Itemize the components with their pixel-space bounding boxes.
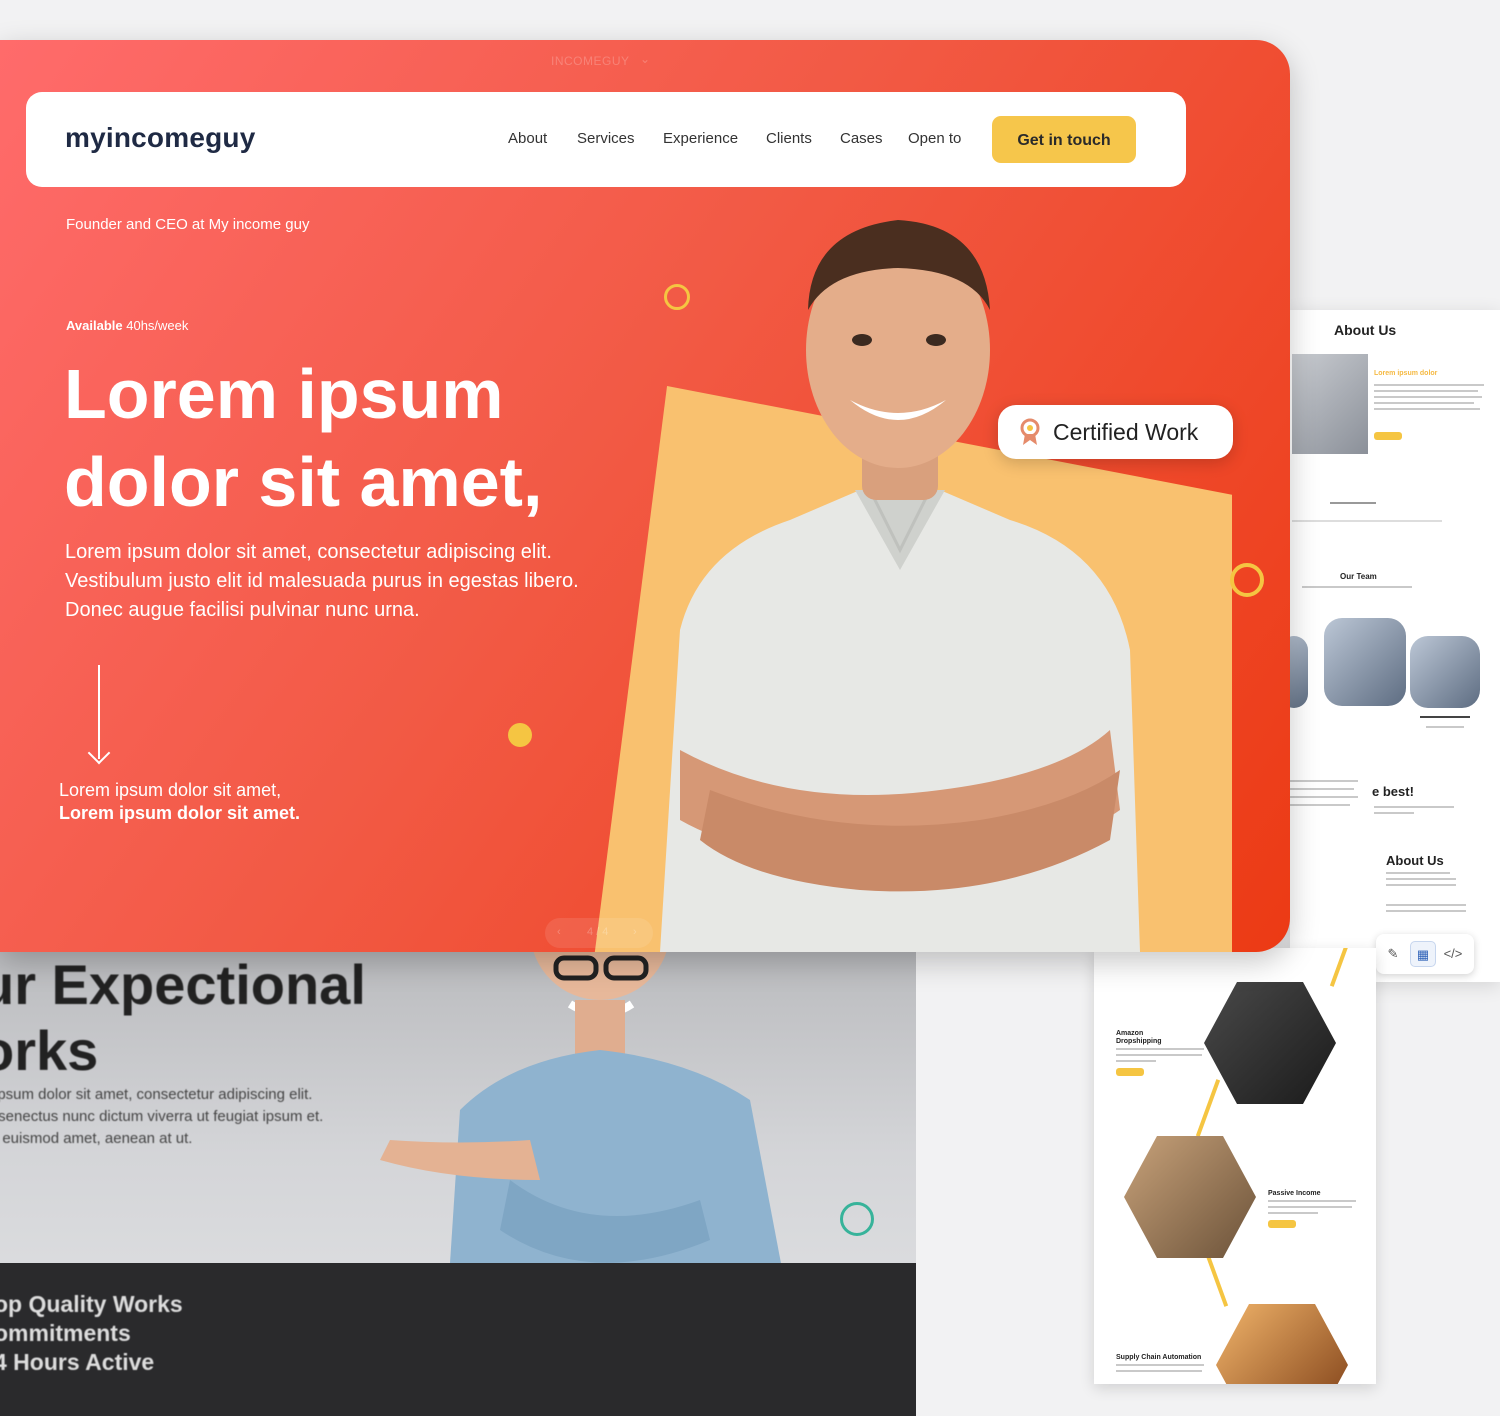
best-title: e best! [1372, 784, 1414, 799]
decorative-dot [508, 723, 532, 747]
navbar: myincomeguy About Services Experience Cl… [26, 92, 1186, 187]
nav-open-to[interactable]: Open to [908, 130, 961, 147]
editor-toolbar: ✎ ▦ </> [1376, 934, 1474, 974]
office-photo [1292, 354, 1368, 454]
background-page-preview: ur Expectional orks ipsum dolor sit amet… [0, 940, 916, 1416]
decorative-ring [840, 1202, 874, 1236]
about-subtitle: Lorem ipsum dolor [1374, 370, 1438, 377]
timeline-item-title: Supply Chain Automation [1116, 1354, 1202, 1361]
hero-person-image [660, 220, 1140, 952]
team-photo [1324, 618, 1406, 706]
background-paragraph: ipsum dolor sit amet, consectetur adipis… [0, 1086, 324, 1147]
about-title-secondary: About Us [1386, 853, 1444, 868]
arrow-down-icon-head [87, 741, 111, 765]
layout-icon[interactable]: ▦ [1410, 941, 1436, 967]
nav-experience[interactable]: Experience [663, 130, 738, 147]
decorative-ring [1230, 563, 1264, 597]
hero-footer-line: Lorem ipsum dolor sit amet, [59, 780, 282, 800]
team-photo [1410, 636, 1480, 708]
about-page-preview: About Us Lorem ipsum dolor Our Team e be… [1290, 310, 1500, 982]
code-icon[interactable]: </> [1440, 941, 1466, 967]
meeting-photo [1124, 1136, 1256, 1258]
availability: Available 40hs/week [66, 318, 189, 333]
nav-about[interactable]: About [508, 130, 547, 147]
read-more-button[interactable] [1268, 1220, 1296, 1228]
nav-services[interactable]: Services [577, 130, 635, 147]
chevron-left-icon[interactable]: ‹ [557, 926, 561, 938]
window-title: INCOMEGUY [551, 54, 630, 68]
logo[interactable]: myincomeguy [65, 122, 255, 154]
brush-icon[interactable]: ✎ [1380, 941, 1406, 967]
hero-footer-line-bold: Lorem ipsum dolor sit amet. [59, 803, 301, 823]
badge-label: Certified Work [1053, 419, 1199, 445]
certified-badge: Certified Work [998, 405, 1233, 459]
chevron-down-icon[interactable]: ⌄ [640, 52, 650, 66]
nav-cases[interactable]: Cases [840, 130, 883, 147]
signing-photo [1204, 982, 1336, 1104]
read-more-button[interactable] [1374, 432, 1402, 440]
background-title: ur Expectional orks [0, 953, 366, 1082]
lightbulb-photo [1216, 1304, 1348, 1384]
team-photo [1290, 636, 1308, 708]
chevron-right-icon[interactable]: › [633, 926, 637, 938]
hero-lead: Lorem ipsum dolor sit amet, consectetur … [65, 541, 579, 621]
hero-headline: Lorem ipsum dolor sit amet, [64, 355, 543, 521]
slide-indicator[interactable]: ‹ 4 / 4 › [545, 918, 653, 948]
background-feature-list: op Quality Works ommitments 4 Hours Acti… [0, 1291, 183, 1375]
timeline-item-title: Passive Income [1268, 1190, 1321, 1197]
timeline-item-title: Amazon Dropshipping [1116, 1030, 1162, 1045]
get-in-touch-button[interactable]: Get in touch [992, 116, 1136, 163]
team-title: Our Team [1340, 572, 1377, 581]
slide-counter: 4 / 4 [587, 926, 609, 938]
read-more-button[interactable] [1116, 1068, 1144, 1076]
services-timeline-preview: Amazon Dropshipping Passive Income Suppl… [1094, 948, 1376, 1384]
hero-window: INCOMEGUY ⌄ myincomeguy About Services E… [0, 40, 1290, 952]
about-title: About Us [1334, 322, 1397, 338]
founder-line: Founder and CEO at My income guy [66, 216, 310, 233]
award-icon [1020, 418, 1040, 445]
nav-clients[interactable]: Clients [766, 130, 812, 147]
